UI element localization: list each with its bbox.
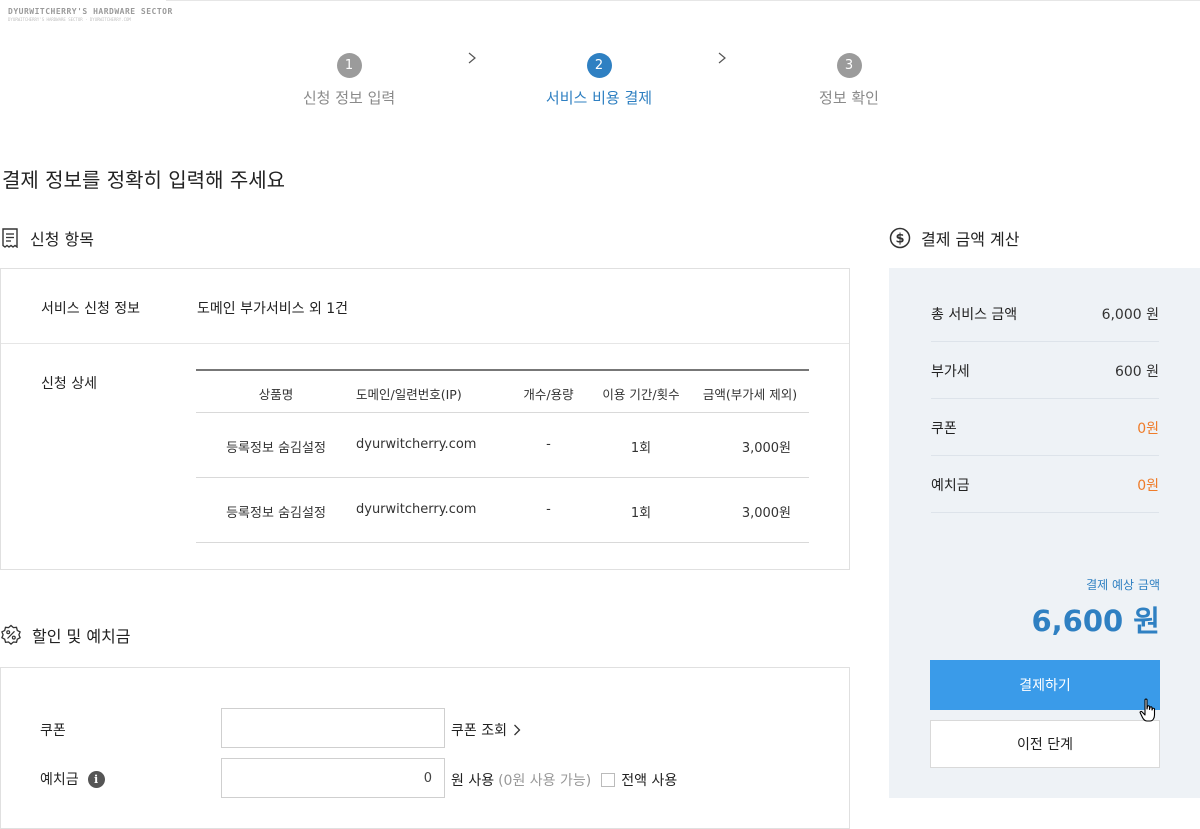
hand-cursor-icon bbox=[1139, 698, 1156, 722]
chevron-right-icon bbox=[718, 52, 726, 64]
coupon-label-text: 쿠폰 bbox=[40, 723, 66, 739]
summary-label: 쿠폰 bbox=[931, 421, 957, 437]
step-number: 1 bbox=[336, 53, 362, 78]
svg-text:$: $ bbox=[895, 232, 904, 247]
expected-amount-value: 6,600 원 bbox=[1031, 604, 1160, 638]
table-row: 등록정보 숨김설정 dyurwitcherry.com - 1회 3,000원 bbox=[196, 478, 809, 543]
deposit-input[interactable] bbox=[221, 758, 445, 798]
step-number: 3 bbox=[836, 53, 862, 78]
step-label: 서비스 비용 결제 bbox=[545, 89, 653, 107]
expected-amount-label: 결제 예상 금액 bbox=[1086, 578, 1160, 592]
service-info-label: 서비스 신청 정보 bbox=[41, 301, 141, 317]
watermark-title: DYURWITCHERRY'S HARDWARE SECTOR bbox=[8, 7, 173, 16]
coupon-lookup-link[interactable]: 쿠폰 조회 bbox=[451, 720, 521, 740]
column-header: 상품명 bbox=[258, 387, 294, 402]
section-title-text: 신청 항목 bbox=[30, 230, 94, 249]
coupon-input[interactable] bbox=[221, 708, 445, 748]
product-name: 등록정보 숨김설정 bbox=[226, 506, 326, 521]
quantity: - bbox=[546, 502, 551, 517]
application-box: 서비스 신청 정보 도메인 부가서비스 외 1건 신청 상세 상품명 도메인/일… bbox=[0, 268, 850, 570]
period: 1회 bbox=[630, 506, 652, 521]
product-name: 등록정보 숨김설정 bbox=[226, 441, 326, 456]
discount-section-title: 할인 및 예치금 bbox=[0, 623, 131, 647]
calc-section-title: $ 결제 금액 계산 bbox=[889, 226, 1020, 250]
summary-label: 총 서비스 금액 bbox=[931, 307, 1018, 323]
chevron-right-icon bbox=[468, 52, 476, 64]
table-header-row: 상품명 도메인/일련번호(IP) 개수/용량 이용 기간/횟수 금액(부가세 제… bbox=[196, 371, 809, 413]
watermark-logo: DYURWITCHERRY'S HARDWARE SECTOR DYURWITC… bbox=[8, 7, 173, 22]
use-all-checkbox[interactable] bbox=[601, 773, 616, 787]
detail-label: 신청 상세 bbox=[41, 376, 97, 392]
summary-row-vat: 부가세 600 원 bbox=[931, 342, 1159, 399]
summary-row-deposit: 예치금 0원 bbox=[931, 456, 1159, 513]
info-icon[interactable]: i bbox=[87, 770, 105, 788]
deposit-available: (0원 사용 가능) bbox=[498, 773, 592, 789]
top-divider bbox=[166, 0, 1200, 1]
summary-value: 6,000 원 bbox=[1101, 307, 1159, 323]
summary-value: 0원 bbox=[1137, 421, 1159, 437]
step-label: 신청 정보 입력 bbox=[302, 89, 396, 107]
summary-label: 예치금 bbox=[931, 478, 970, 494]
coupon-label: 쿠폰 bbox=[40, 720, 66, 740]
step-1: 1 신청 정보 입력 bbox=[259, 53, 439, 108]
domain: dyurwitcherry.com bbox=[356, 437, 477, 452]
discount-box bbox=[0, 667, 850, 829]
discount-badge-icon bbox=[1, 624, 21, 645]
amount: 3,000원 bbox=[741, 506, 791, 521]
summary-row-total: 총 서비스 금액 6,000 원 bbox=[931, 285, 1159, 342]
deposit-note: 원 사용 (0원 사용 가능) 전액 사용 bbox=[451, 770, 677, 790]
page-title: 결제 정보를 정확히 입력해 주세요 bbox=[2, 168, 286, 192]
receipt-icon bbox=[2, 228, 18, 248]
domain: dyurwitcherry.com bbox=[356, 502, 477, 517]
pay-button[interactable]: 결제하기 bbox=[930, 660, 1160, 710]
section-title-text: 할인 및 예치금 bbox=[32, 627, 131, 646]
section-title-text: 결제 금액 계산 bbox=[921, 230, 1020, 249]
use-all-label[interactable]: 전액 사용 bbox=[621, 770, 677, 790]
quantity: - bbox=[546, 437, 551, 452]
coupon-lookup-text: 쿠폰 조회 bbox=[451, 723, 507, 739]
table-row: 등록정보 숨김설정 dyurwitcherry.com - 1회 3,000원 bbox=[196, 413, 809, 478]
step-number: 2 bbox=[586, 53, 612, 78]
step-2: 2 서비스 비용 결제 bbox=[509, 53, 689, 108]
column-header: 개수/용량 bbox=[523, 387, 574, 402]
previous-step-button[interactable]: 이전 단계 bbox=[930, 720, 1160, 768]
summary-row-coupon: 쿠폰 0원 bbox=[931, 399, 1159, 456]
watermark-subtitle: DYURWITCHERRY'S HARDWARE SECTOR · DYURWI… bbox=[8, 17, 131, 22]
service-info-row: 서비스 신청 정보 도메인 부가서비스 외 1건 bbox=[1, 269, 849, 344]
deposit-label: 예치금 i bbox=[40, 769, 105, 789]
detail-table: 상품명 도메인/일련번호(IP) 개수/용량 이용 기간/횟수 금액(부가세 제… bbox=[196, 369, 809, 543]
chevron-right-icon bbox=[514, 724, 521, 736]
dollar-coin-icon: $ bbox=[889, 227, 911, 249]
summary-value: 600 원 bbox=[1114, 364, 1159, 380]
summary-value: 0원 bbox=[1137, 478, 1159, 494]
step-3: 3 정보 확인 bbox=[759, 53, 939, 108]
column-header: 금액(부가세 제외) bbox=[702, 387, 798, 402]
column-header: 도메인/일련번호(IP) bbox=[356, 387, 462, 402]
summary-label: 부가세 bbox=[931, 364, 970, 380]
application-section-title: 신청 항목 bbox=[0, 226, 94, 250]
step-label: 정보 확인 bbox=[819, 89, 879, 107]
deposit-unit: 원 사용 bbox=[451, 773, 495, 789]
amount: 3,000원 bbox=[741, 441, 791, 456]
deposit-label-text: 예치금 bbox=[40, 772, 79, 788]
service-info-value: 도메인 부가서비스 외 1건 bbox=[197, 301, 349, 317]
period: 1회 bbox=[630, 441, 652, 456]
column-header: 이용 기간/횟수 bbox=[602, 387, 680, 402]
